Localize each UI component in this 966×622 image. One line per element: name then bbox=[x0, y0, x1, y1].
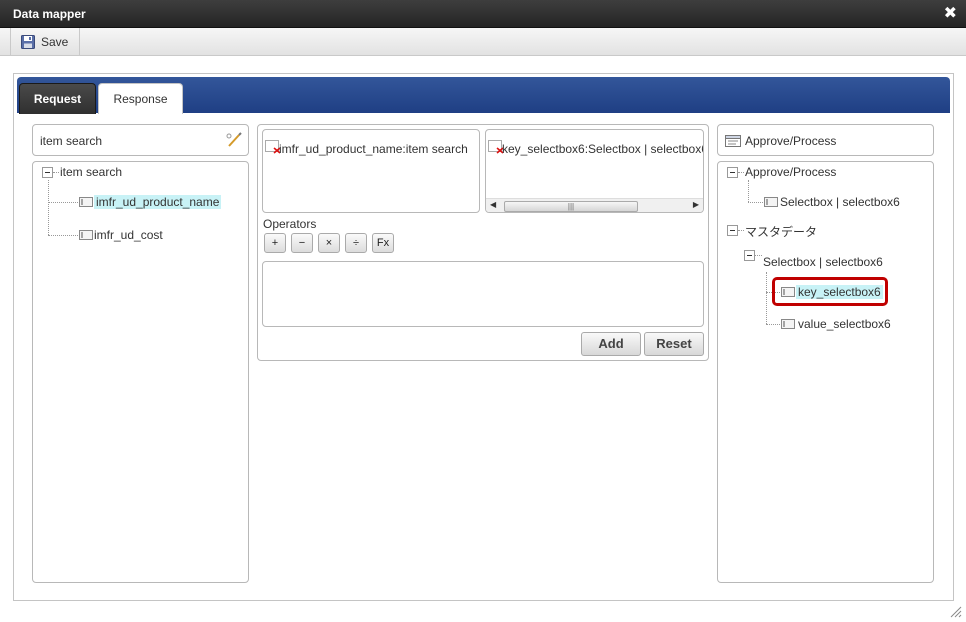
tree-connector bbox=[748, 202, 763, 203]
tree-root-master-data[interactable]: マスタデータ bbox=[745, 223, 817, 240]
save-label: Save bbox=[41, 34, 69, 49]
collapse-toggle[interactable] bbox=[727, 225, 738, 236]
source-field-box[interactable]: imfr_ud_product_name:item search bbox=[262, 129, 480, 213]
tree-root-item-search[interactable]: item search bbox=[60, 165, 122, 179]
source-field-label: imfr_ud_product_name:item search bbox=[279, 142, 468, 156]
tree-node-master-selectbox[interactable]: Selectbox | selectbox6 bbox=[763, 255, 883, 269]
search-value: item search bbox=[40, 134, 103, 148]
tree-connector bbox=[755, 255, 762, 256]
tree-node-key-selectbox[interactable]: key_selectbox6 bbox=[796, 285, 883, 299]
resize-grip-icon[interactable] bbox=[948, 604, 962, 618]
scrollbar-thumb[interactable]: ||| bbox=[504, 201, 638, 212]
tree-connector bbox=[766, 324, 780, 325]
middle-panel: imfr_ud_product_name:item search key_sel… bbox=[257, 124, 709, 361]
right-tree-panel: Approve/Process Selectbox | selectbox6 マ… bbox=[717, 161, 934, 583]
collapse-toggle[interactable] bbox=[727, 167, 738, 178]
operator-minus-button[interactable]: − bbox=[291, 233, 313, 253]
tree-connector bbox=[53, 172, 59, 173]
tab-request[interactable]: Request bbox=[19, 83, 96, 114]
scroll-left-icon[interactable]: ◀ bbox=[490, 200, 496, 209]
left-search-box[interactable]: item search bbox=[32, 124, 249, 156]
operator-button-row: + − × ÷ Fx bbox=[264, 233, 404, 255]
tree-node-product-name[interactable]: imfr_ud_product_name bbox=[94, 195, 222, 209]
floppy-disk-icon bbox=[21, 34, 35, 49]
operator-divide-button[interactable]: ÷ bbox=[345, 233, 367, 253]
expression-textarea[interactable] bbox=[262, 261, 704, 327]
tab-response[interactable]: Response bbox=[98, 83, 183, 114]
reset-button[interactable]: Reset bbox=[644, 332, 704, 356]
operator-function-button[interactable]: Fx bbox=[372, 233, 394, 253]
operators-label: Operators bbox=[263, 217, 317, 231]
tree-connector bbox=[738, 172, 744, 173]
toolbar: Save bbox=[0, 28, 966, 56]
tree-connector bbox=[48, 235, 78, 236]
field-icon bbox=[781, 319, 795, 329]
save-button[interactable]: Save bbox=[10, 28, 81, 55]
field-icon bbox=[764, 197, 778, 207]
tree-connector bbox=[48, 180, 49, 235]
collapse-toggle[interactable] bbox=[42, 167, 53, 178]
collapse-toggle[interactable] bbox=[744, 250, 755, 261]
operator-multiply-button[interactable]: × bbox=[318, 233, 340, 253]
tree-connector bbox=[766, 272, 767, 324]
close-icon[interactable]: ✖ bbox=[944, 0, 957, 28]
right-header-box: Approve/Process bbox=[717, 124, 934, 156]
tree-connector bbox=[748, 180, 749, 202]
field-icon bbox=[79, 230, 93, 240]
field-icon bbox=[781, 287, 795, 297]
tree-connector bbox=[738, 230, 744, 231]
form-icon bbox=[725, 135, 741, 147]
left-tree-panel: item search imfr_ud_product_name imfr_ud… bbox=[32, 161, 249, 583]
tree-connector bbox=[48, 202, 78, 203]
tree-node-approve-selectbox[interactable]: Selectbox | selectbox6 bbox=[780, 195, 900, 209]
tree-root-approve-process[interactable]: Approve/Process bbox=[745, 165, 836, 179]
tab-bar: Request Response bbox=[17, 77, 950, 114]
field-icon bbox=[79, 197, 93, 207]
add-button[interactable]: Add bbox=[581, 332, 641, 356]
window-titlebar: Data mapper ✖ bbox=[0, 0, 966, 28]
scroll-right-icon[interactable]: ▶ bbox=[693, 200, 699, 209]
magic-wand-icon[interactable] bbox=[225, 131, 243, 149]
window-title: Data mapper bbox=[13, 7, 86, 21]
tree-node-cost[interactable]: imfr_ud_cost bbox=[94, 228, 163, 242]
target-field-label: key_selectbox6:Selectbox | selectbox6 bbox=[502, 142, 704, 156]
horizontal-scrollbar[interactable]: ◀ ||| ▶ bbox=[486, 198, 703, 212]
right-header-label: Approve/Process bbox=[745, 134, 837, 148]
operator-plus-button[interactable]: + bbox=[264, 233, 286, 253]
tree-node-value-selectbox[interactable]: value_selectbox6 bbox=[798, 317, 891, 331]
target-field-box[interactable]: key_selectbox6:Selectbox | selectbox6 ◀ … bbox=[485, 129, 704, 213]
